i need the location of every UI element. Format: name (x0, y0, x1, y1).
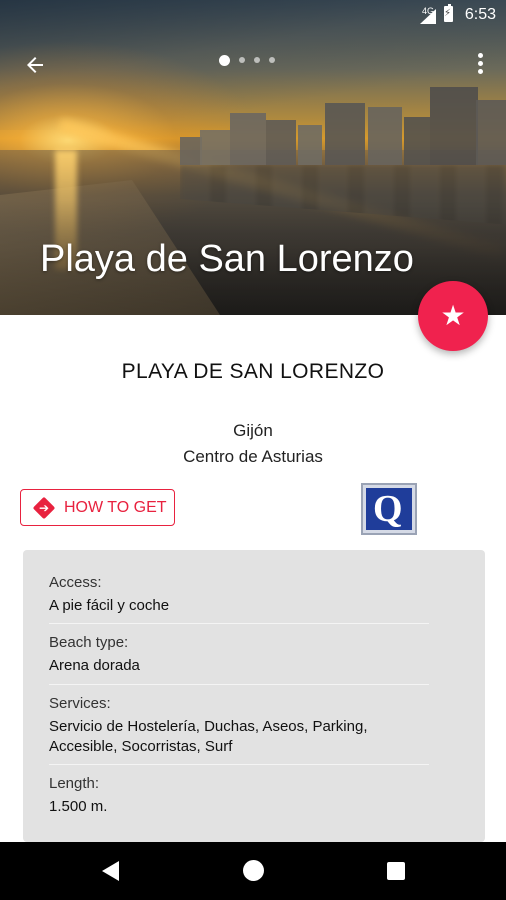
carousel-dot[interactable] (269, 57, 275, 63)
charging-icon: ⚡ (443, 8, 451, 19)
signal-icon (420, 9, 436, 24)
detail-value: 1.500 m. (49, 798, 108, 815)
q-quality-icon: Q (361, 483, 417, 535)
detail-access: Access: A pie fácil y coche (49, 574, 429, 616)
detail-label: Beach type: (49, 634, 129, 651)
status-bar: 4G ⚡ 6:53 (0, 0, 506, 30)
beach-name-heading: PLAYA DE SAN LORENZO (121, 360, 385, 383)
nav-back-icon[interactable] (102, 861, 119, 881)
divider (49, 764, 429, 765)
detail-beach-type: Beach type: Arena dorada (49, 634, 429, 676)
system-nav-bar (0, 842, 506, 900)
beach-region: Centro de Asturias (183, 447, 323, 466)
divider (49, 623, 429, 624)
detail-length: Length: 1.500 m. (49, 775, 429, 817)
nav-home-icon[interactable] (243, 860, 264, 881)
detail-value: Arena dorada (49, 657, 140, 674)
directions-icon: ➔ (32, 496, 56, 519)
more-options-icon[interactable] (468, 50, 492, 80)
nav-recents-icon[interactable] (387, 862, 405, 880)
star-icon: ★ (440, 300, 466, 331)
hero-title: Playa de San Lorenzo (40, 238, 414, 280)
back-arrow-icon[interactable] (18, 48, 52, 82)
hero-image: 4G ⚡ 6:53 Playa de San Lorenzo (0, 0, 506, 315)
detail-value: Servicio de Hostelería, Duchas, Aseos, P… (49, 718, 368, 755)
favorite-button[interactable]: ★ (418, 281, 488, 351)
detail-label: Length: (49, 775, 100, 792)
carousel-indicator (219, 54, 275, 66)
detail-services: Services: Servicio de Hostelería, Duchas… (49, 695, 429, 757)
how-to-get-button[interactable]: ➔ HOW TO GET (20, 489, 175, 526)
carousel-dot[interactable] (239, 57, 245, 63)
how-to-get-label: HOW TO GET (64, 498, 167, 516)
detail-value: A pie fácil y coche (49, 597, 170, 614)
hero-city-skyline (180, 75, 506, 165)
status-time: 6:53 (464, 6, 496, 23)
carousel-dot-active[interactable] (219, 54, 230, 66)
beach-town: Gijón (233, 421, 273, 440)
divider (49, 684, 429, 685)
details-card: Access: A pie fácil y coche Beach type: … (23, 550, 485, 842)
detail-label: Access: (49, 574, 102, 591)
detail-label: Services: (49, 695, 111, 712)
carousel-dot[interactable] (254, 57, 260, 63)
